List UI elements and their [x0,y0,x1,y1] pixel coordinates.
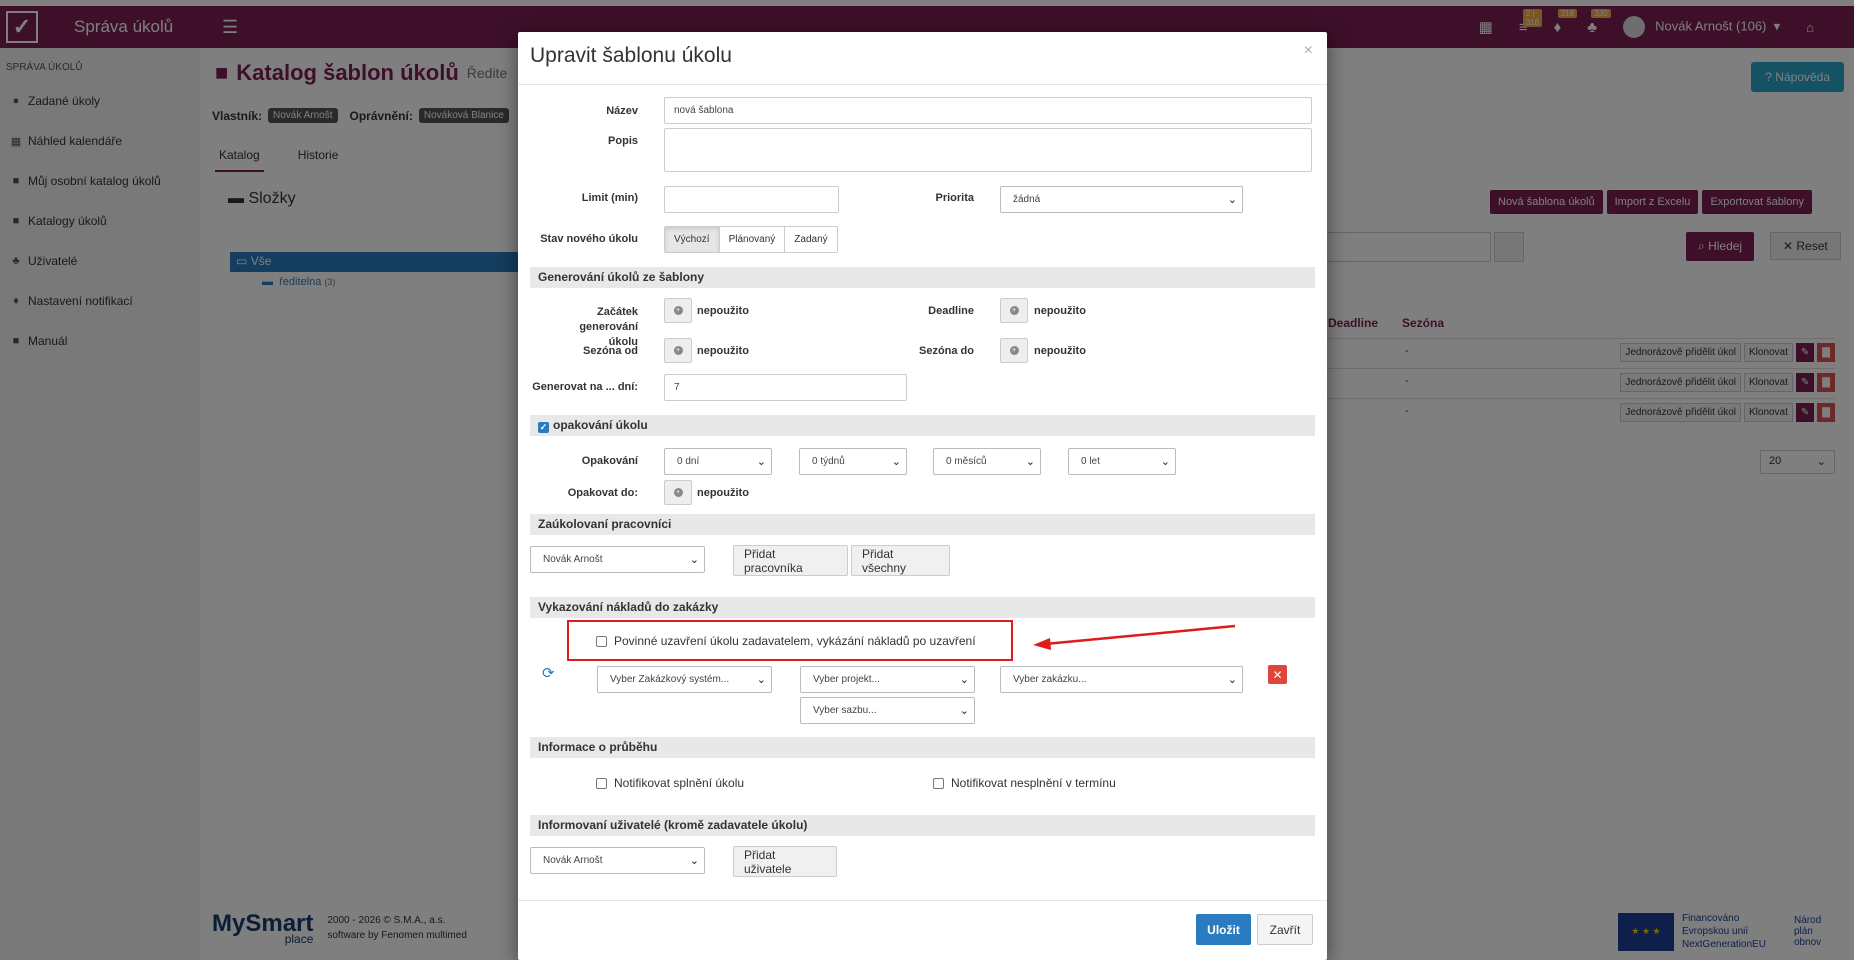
order-system-select[interactable]: Vyber Zakázkový systém... ⌄ [597,666,772,693]
worker-select[interactable]: Novák Arnošt ⌄ [530,546,705,573]
checkbox-unchecked-icon[interactable] [596,777,607,789]
state-segmented-control: Výchozí Plánovaný Zadaný [664,226,838,253]
season-to-label: Sezóna do [918,345,974,357]
repeat-days-select[interactable]: 0 dní ⌄ [664,448,772,475]
plus-icon: + [1009,306,1019,315]
repeat-weeks-select[interactable]: 0 týdnů ⌄ [799,448,907,475]
generation-section-header: Generování úkolů ze šablony [530,267,1315,288]
chevron-down-icon: ⌄ [959,705,969,717]
generate-days-label: Generovat na ... dní: [532,381,638,393]
plus-icon: + [673,306,683,315]
save-button[interactable]: Uložit [1196,914,1251,945]
plus-icon: + [1009,346,1019,355]
season-from-toggle[interactable]: + [664,338,692,363]
add-worker-button[interactable]: Přidat pracovníka [733,545,848,576]
modal-title: Upravit šablonu úkolu [530,44,732,67]
notify-missed-checkbox[interactable]: Notifikovat nesplnění v termínu [933,776,1116,790]
refresh-icon[interactable]: ⟳ [542,664,555,682]
annotation-arrow-icon [1033,624,1236,650]
add-all-workers-button[interactable]: Přidat všechny [851,545,950,576]
add-user-button[interactable]: Přidat uživatele [733,846,837,877]
state-option-default[interactable]: Výchozí [665,227,720,252]
description-textarea[interactable] [664,128,1312,172]
rate-select[interactable]: Vyber sazbu... ⌄ [800,697,975,724]
chevron-down-icon: ⌄ [1227,674,1237,686]
start-generation-label: Začátek generování úkolu [579,306,638,348]
chevron-down-icon: ⌄ [689,554,699,566]
chevron-down-icon: ⌄ [1227,194,1237,206]
checkbox-checked-icon[interactable]: ✓ [538,422,549,433]
state-label: Stav nového úkolu [540,233,638,245]
repeat-until-label: Opakovat do: [567,487,638,499]
remove-cost-row-icon[interactable]: ✕ [1268,665,1287,684]
chevron-down-icon: ⌄ [689,855,699,867]
limit-input[interactable] [664,186,839,213]
deadline-toggle[interactable]: + [1000,298,1028,323]
order-select[interactable]: Vyber zakázku... ⌄ [1000,666,1243,693]
chevron-down-icon: ⌄ [756,456,766,468]
chevron-down-icon: ⌄ [959,674,969,686]
checkbox-unchecked-icon[interactable] [933,777,944,789]
state-option-planned[interactable]: Plánovaný [719,227,786,252]
chevron-down-icon: ⌄ [1025,456,1035,468]
deadline-label: Deadline [928,305,974,317]
name-label: Název [606,105,638,117]
notify-done-checkbox[interactable]: Notifikovat splnění úkolu [596,776,744,790]
repeat-label: Opakování [581,455,638,467]
project-select[interactable]: Vyber projekt... ⌄ [800,666,975,693]
priority-select[interactable]: žádná ⌄ [1000,186,1243,213]
plus-icon: + [673,346,683,355]
close-button[interactable]: Zavřít [1257,914,1313,945]
costs-section-header: Vykazování nákladů do zakázky [530,597,1315,618]
season-to-toggle[interactable]: + [1000,338,1028,363]
season-from-label: Sezóna od [582,345,638,357]
repeat-months-select[interactable]: 0 měsíců ⌄ [933,448,1041,475]
repeat-section-header[interactable]: ✓ opakování úkolu [530,415,1315,436]
priority-label: Priorita [935,192,974,204]
progress-section-header: Informace o průběhu [530,737,1315,758]
plus-icon: + [673,488,683,497]
informed-user-select[interactable]: Novák Arnošt ⌄ [530,847,705,874]
state-option-assigned[interactable]: Zadaný [785,227,837,252]
chevron-down-icon: ⌄ [756,674,766,686]
mandatory-close-checkbox[interactable]: Povinné uzavření úkolu zadavatelem, vyká… [596,634,976,648]
repeat-until-toggle[interactable]: + [664,480,692,505]
name-input[interactable] [664,97,1312,124]
checkbox-unchecked-icon[interactable] [596,635,607,647]
limit-label: Limit (min) [581,192,638,204]
close-icon[interactable]: × [1304,42,1313,60]
workers-section-header: Zaúkolovaní pracovníci [530,514,1315,535]
description-label: Popis [608,135,638,147]
generate-days-input[interactable] [664,374,907,401]
chevron-down-icon: ⌄ [891,456,901,468]
repeat-years-select[interactable]: 0 let ⌄ [1068,448,1176,475]
start-generation-toggle[interactable]: + [664,298,692,323]
informed-users-section-header: Informovaní uživatelé (kromě zadavatele … [530,815,1315,836]
chevron-down-icon: ⌄ [1160,456,1170,468]
